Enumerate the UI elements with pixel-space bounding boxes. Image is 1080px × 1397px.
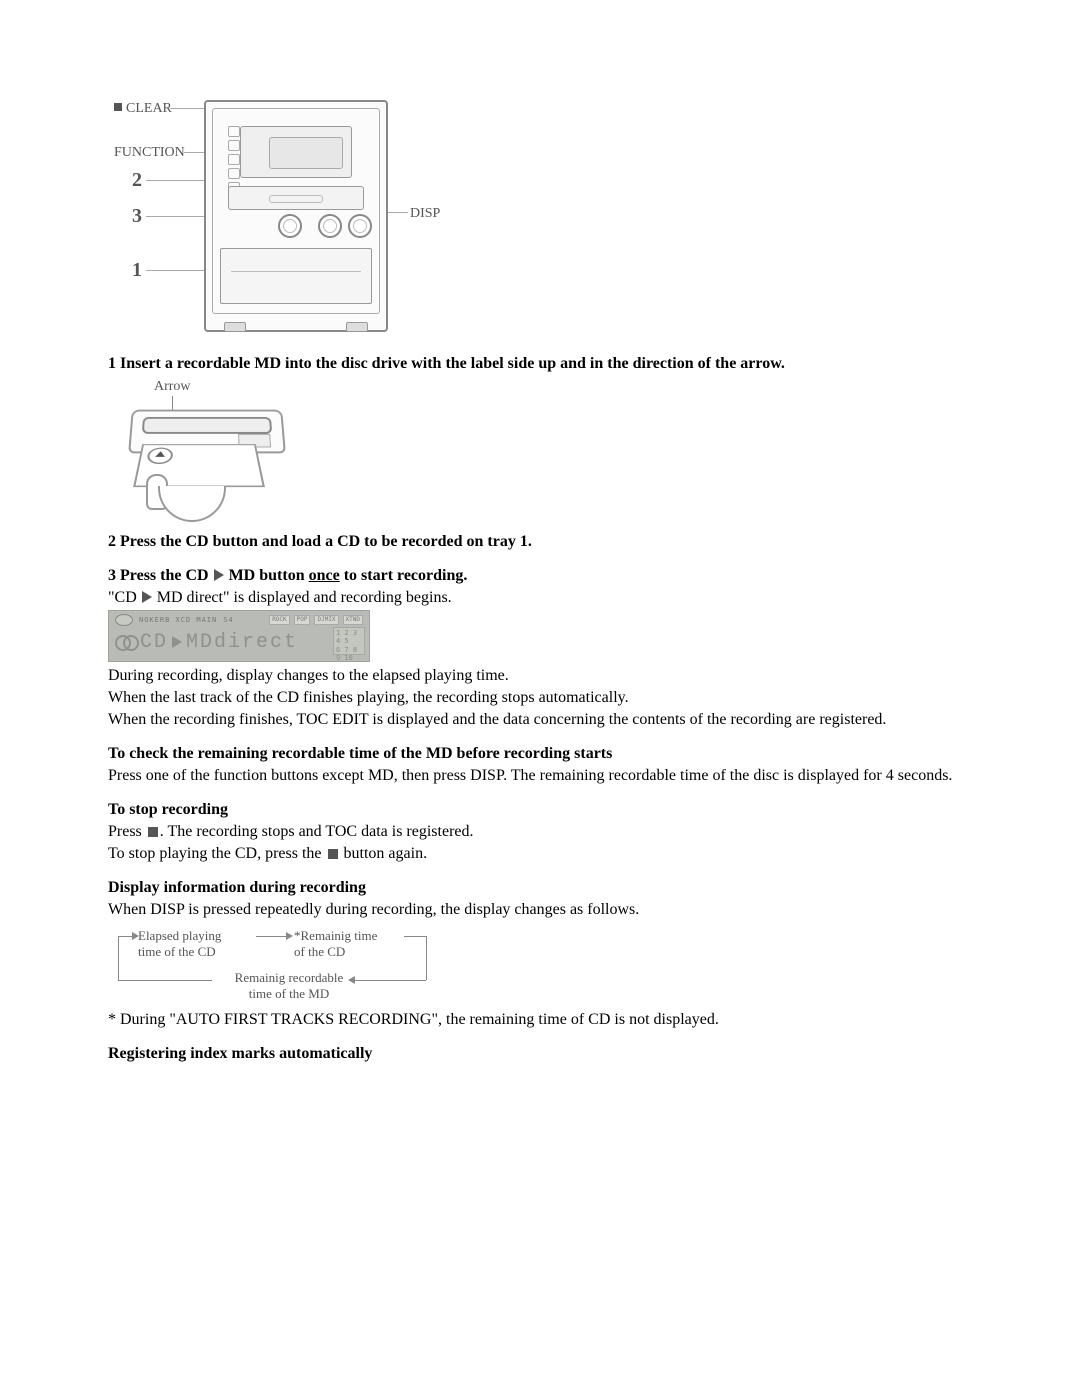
after-lcd-p3: When the recording finishes, TOC EDIT is… <box>108 710 972 730</box>
step3-pre: 3 Press the CD <box>108 567 209 584</box>
lcd-display: NOKERB XCD MAIN S4 ROCK POP DJMIX XTND C… <box>108 610 370 662</box>
register-heading: Registering index marks automatically <box>108 1044 972 1064</box>
dispinfo-body: When DISP is pressed repeatedly during r… <box>108 900 972 920</box>
step3-l1-post: MD direct" is displayed and recording be… <box>157 589 452 606</box>
step3-post: to start recording. <box>340 567 468 584</box>
lcd-tag: POP <box>294 615 311 625</box>
cycle-box3: Remainig recordable time of the MD <box>214 970 364 1001</box>
step3-line1: "CD MD direct" is displayed and recordin… <box>108 588 972 608</box>
cycle-box1-l2: time of the CD <box>138 944 258 960</box>
stereo-diagram: CLEAR FUNCTION 2 3 1 DISP <box>114 100 454 340</box>
check-time-body: Press one of the function buttons except… <box>108 766 972 786</box>
cycle-box2: *Remainig time of the CD <box>294 928 414 959</box>
lcd-nums-bot: 6 7 8 9 10 <box>336 646 362 662</box>
cycle-box1: Elapsed playing time of the CD <box>138 928 258 959</box>
lcd-cd: CD <box>140 630 168 655</box>
label-2: 2 <box>132 168 142 193</box>
lcd-track-grid: 1 2 3 4 5 6 7 8 9 10 <box>333 627 365 655</box>
lcd-tag: DJMIX <box>314 615 338 625</box>
arrow-up-icon <box>146 448 174 464</box>
stop-icon <box>148 827 158 837</box>
md-arrow-label: Arrow <box>154 378 191 396</box>
after-lcd-p1: During recording, display changes to the… <box>108 666 972 686</box>
md-insert-figure: Arrow <box>124 378 294 518</box>
label-1: 1 <box>132 258 142 283</box>
cycle-box2-l2: of the CD <box>294 944 414 960</box>
after-lcd-p2: When the last track of the CD finishes p… <box>108 688 972 708</box>
lcd-nums-top: 1 2 3 4 5 <box>336 629 362 646</box>
stop-l1-pre: Press <box>108 823 146 840</box>
label-clear: CLEAR <box>126 100 172 118</box>
step3-mid: MD button <box>229 567 309 584</box>
step1-heading: 1 Insert a recordable MD into the disc d… <box>108 354 972 374</box>
play-icon <box>142 591 152 603</box>
stop-l1-post: . The recording stops and TOC data is re… <box>160 823 474 840</box>
play-icon <box>172 636 182 648</box>
step2-heading: 2 Press the CD button and load a CD to b… <box>108 532 972 552</box>
play-icon <box>214 569 224 581</box>
cycle-box2-l1: *Remainig time <box>294 928 414 944</box>
label-disp: DISP <box>410 205 440 223</box>
clear-stop-icon <box>114 103 122 111</box>
label-3: 3 <box>132 204 142 229</box>
stereo-unit <box>204 100 388 332</box>
stop-line2: To stop playing the CD, press the button… <box>108 844 972 864</box>
stop-l2-post: button again. <box>340 845 428 862</box>
stop-heading: To stop recording <box>108 800 972 820</box>
cycle-box3-l1: Remainig recordable <box>214 970 364 986</box>
disc-icon <box>115 633 137 651</box>
stop-icon <box>328 849 338 859</box>
lcd-tag: XTND <box>343 615 363 625</box>
dispinfo-heading: Display information during recording <box>108 878 972 898</box>
stop-l2-pre: To stop playing the CD, press the <box>108 845 326 862</box>
step3-l1-pre: "CD <box>108 589 137 606</box>
label-function: FUNCTION <box>114 144 185 162</box>
footnote: * During "AUTO FIRST TRACKS RECORDING", … <box>108 1010 972 1030</box>
lcd-md: MDdirect <box>186 630 298 655</box>
step3-once: once <box>309 567 340 584</box>
lcd-tag: ROCK <box>269 615 289 625</box>
check-time-heading: To check the remaining recordable time o… <box>108 744 972 764</box>
cycle-box3-l2: time of the MD <box>214 986 364 1002</box>
display-cycle-diagram: Elapsed playing time of the CD *Remainig… <box>108 924 438 996</box>
step3-heading: 3 Press the CD MD button once to start r… <box>108 566 972 586</box>
cycle-box1-l1: Elapsed playing <box>138 928 258 944</box>
lcd-oval-icon <box>115 614 133 626</box>
lcd-tiny2: S4 <box>223 616 233 625</box>
lcd-tiny1: NOKERB XCD MAIN <box>139 616 217 625</box>
stop-line1: Press . The recording stops and TOC data… <box>108 822 972 842</box>
